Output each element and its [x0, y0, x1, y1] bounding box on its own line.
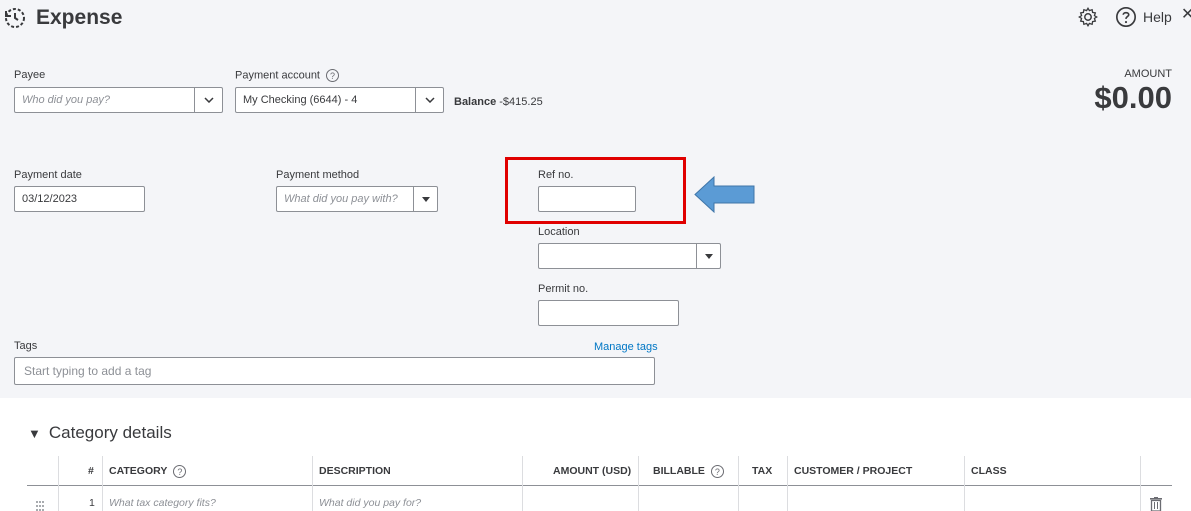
payment-account-label: Payment account?: [235, 69, 339, 82]
manage-tags-link[interactable]: Manage tags: [594, 341, 658, 353]
payment-method-placeholder: What did you pay with?: [284, 193, 398, 205]
tags-input[interactable]: Start typing to add a tag: [14, 357, 655, 385]
location-label: Location: [538, 226, 580, 238]
payment-account-value: My Checking (6644) - 4: [243, 94, 358, 106]
col-header-billable: BILLABLE?: [653, 456, 724, 486]
caret-down-icon: [421, 196, 430, 202]
permit-no-label: Permit no.: [538, 283, 589, 295]
close-icon[interactable]: ✕: [1181, 4, 1191, 24]
payment-date-label: Payment date: [14, 169, 82, 181]
payee-select[interactable]: Who did you pay?: [14, 87, 223, 113]
col-header-category: CATEGORY?: [109, 456, 187, 486]
column-divider: [102, 456, 103, 511]
location-select[interactable]: [538, 243, 721, 269]
payee-dropdown[interactable]: [194, 88, 222, 112]
column-divider: [964, 456, 965, 511]
col-header-description: DESCRIPTION: [319, 465, 391, 477]
help-circle-icon[interactable]: ?: [326, 69, 339, 82]
permit-no-field[interactable]: [538, 300, 679, 326]
highlight-box: [505, 157, 686, 224]
pointer-arrow-icon: [694, 176, 755, 213]
chevron-down-icon: [424, 97, 435, 103]
location-dropdown[interactable]: [696, 244, 720, 268]
help-button[interactable]: Help: [1143, 9, 1172, 25]
col-header-amount: AMOUNT (USD): [553, 465, 632, 477]
category-details-header[interactable]: ▼ Category details: [28, 423, 172, 443]
drag-handle-icon[interactable]: [35, 500, 45, 511]
account-balance: Balance -$415.25: [454, 96, 543, 108]
column-divider: [312, 456, 313, 511]
payee-label: Payee: [14, 69, 46, 81]
col-header-number: #: [88, 465, 94, 477]
column-divider: [738, 456, 739, 511]
tags-placeholder: Start typing to add a tag: [24, 364, 152, 378]
column-divider: [58, 456, 59, 511]
collapse-triangle-icon[interactable]: ▼: [28, 426, 41, 441]
column-divider: [638, 456, 639, 511]
recent-transactions-icon[interactable]: [3, 6, 27, 30]
col-header-class: CLASS: [971, 465, 1007, 477]
chevron-down-icon: [203, 97, 214, 103]
caret-down-icon: [704, 253, 713, 259]
column-divider: [1140, 456, 1141, 511]
trash-icon[interactable]: [1150, 497, 1162, 511]
amount-label: AMOUNT: [1124, 68, 1172, 80]
payment-account-select[interactable]: My Checking (6644) - 4: [235, 87, 444, 113]
category-table-header: # CATEGORY? DESCRIPTION AMOUNT (USD) BIL…: [27, 456, 1172, 486]
payment-method-label: Payment method: [276, 169, 360, 181]
payee-placeholder: Who did you pay?: [22, 94, 111, 106]
page-title: Expense: [36, 6, 123, 29]
col-header-customer-project: CUSTOMER / PROJECT: [794, 465, 913, 477]
payment-date-field[interactable]: 03/12/2023: [14, 186, 145, 212]
payment-method-select[interactable]: What did you pay with?: [276, 186, 438, 212]
col-header-tax: TAX: [752, 465, 773, 477]
column-divider: [522, 456, 523, 511]
payment-account-dropdown[interactable]: [415, 88, 443, 112]
payment-date-value: 03/12/2023: [22, 193, 78, 205]
help-icon[interactable]: [1115, 6, 1137, 28]
payment-method-dropdown[interactable]: [413, 187, 437, 211]
description-input[interactable]: What did you pay for?: [319, 497, 421, 509]
row-number: 1: [89, 497, 95, 509]
gear-icon[interactable]: [1077, 6, 1099, 28]
column-divider: [787, 456, 788, 511]
category-input[interactable]: What tax category fits?: [109, 497, 216, 509]
help-circle-icon[interactable]: ?: [710, 464, 724, 478]
help-circle-icon[interactable]: ?: [173, 464, 187, 478]
tags-label: Tags: [14, 340, 38, 352]
amount-total: $0.00: [1094, 80, 1172, 115]
